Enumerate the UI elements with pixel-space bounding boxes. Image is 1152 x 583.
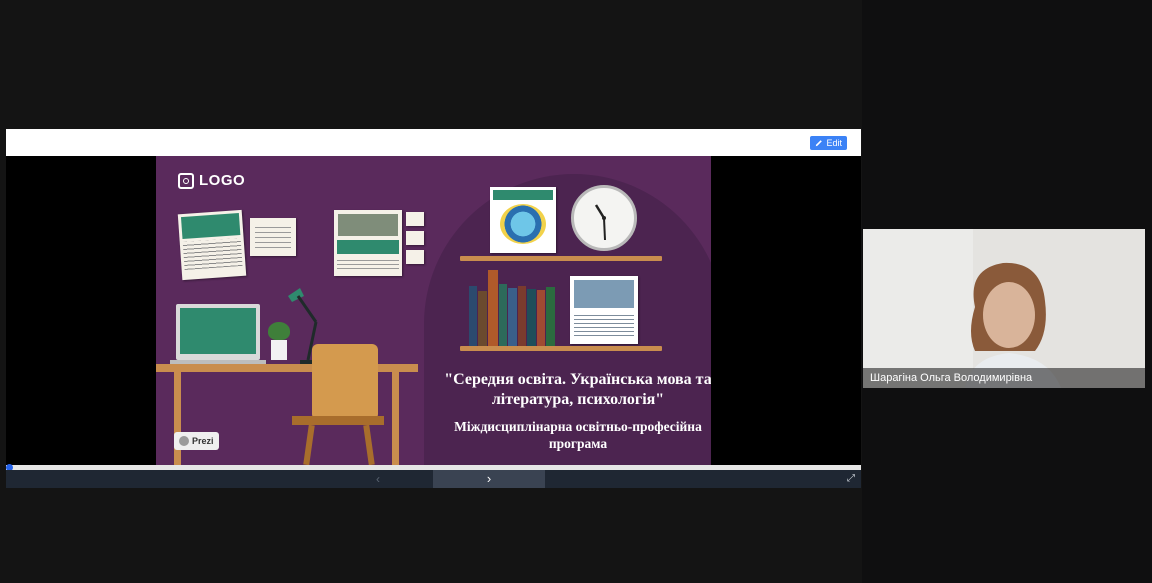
wall-note bbox=[406, 231, 424, 245]
book bbox=[518, 286, 526, 346]
document-photo bbox=[574, 280, 634, 308]
edit-button-label: Edit bbox=[826, 138, 842, 148]
picture-header bbox=[493, 190, 553, 200]
wall-clock bbox=[571, 185, 637, 251]
note-header bbox=[180, 213, 241, 240]
navigation-bar: ‹ › ⤢ bbox=[6, 470, 861, 488]
laptop bbox=[176, 304, 260, 360]
chair-seat bbox=[292, 416, 384, 425]
dolphin-emblem-icon bbox=[500, 204, 546, 244]
presentation-slide: LOGO "Середня освіта. Українська мова та… bbox=[156, 156, 711, 465]
note-lines bbox=[182, 237, 243, 270]
wall-note bbox=[406, 212, 424, 226]
screen-share-area: Edit LOGO "Середня освіта. Українська мо… bbox=[0, 0, 862, 583]
wall-note bbox=[406, 250, 424, 264]
fullscreen-icon[interactable]: ⤢ bbox=[845, 472, 857, 486]
previous-slide-button[interactable]: ‹ bbox=[372, 470, 384, 488]
participant-video-tile[interactable]: Шарагіна Ольга Володимирівна bbox=[863, 229, 1145, 388]
prezi-top-bar: Edit bbox=[6, 129, 861, 156]
prezi-badge-label: Prezi bbox=[192, 436, 214, 446]
framed-document bbox=[570, 276, 638, 344]
slide-title: "Середня освіта. Українська мова та літе… bbox=[444, 371, 711, 408]
note-lines bbox=[255, 223, 291, 249]
book bbox=[478, 291, 487, 346]
book bbox=[499, 284, 507, 346]
prezi-viewer: Edit LOGO "Середня освіта. Українська мо… bbox=[6, 129, 861, 488]
book bbox=[488, 270, 498, 346]
edit-button[interactable]: Edit bbox=[810, 136, 847, 150]
camera-icon bbox=[178, 172, 194, 189]
chair-back bbox=[312, 344, 378, 420]
wall-note bbox=[334, 210, 402, 276]
wall-note bbox=[250, 218, 296, 256]
book bbox=[537, 290, 545, 346]
book bbox=[546, 287, 555, 346]
laptop-screen bbox=[180, 308, 256, 354]
prezi-badge[interactable]: Prezi bbox=[174, 432, 219, 450]
desk-leg bbox=[392, 372, 399, 465]
desk-leg bbox=[174, 372, 181, 465]
lower-shelf bbox=[460, 346, 662, 351]
prezi-logo-icon bbox=[179, 436, 189, 446]
pencil-icon bbox=[816, 140, 823, 147]
wall-note bbox=[177, 209, 247, 281]
book-row bbox=[469, 268, 561, 346]
clock-hands-icon bbox=[594, 204, 606, 241]
logo: LOGO bbox=[178, 172, 245, 189]
note-lines bbox=[337, 257, 399, 269]
next-slide-button[interactable]: › bbox=[433, 470, 545, 488]
participant-name: Шарагіна Ольга Володимирівна bbox=[863, 368, 1145, 388]
participant-video bbox=[863, 229, 1145, 388]
chair bbox=[292, 344, 384, 465]
framed-picture bbox=[490, 187, 556, 253]
note-header bbox=[337, 240, 399, 254]
logo-text: LOGO bbox=[199, 172, 246, 189]
book bbox=[527, 289, 536, 346]
chair-leg bbox=[303, 424, 315, 465]
chair-leg bbox=[363, 424, 375, 465]
slide-subtitle: Міждисциплінарна освітньо-професійна про… bbox=[454, 419, 702, 451]
document-lines bbox=[574, 312, 634, 338]
book bbox=[508, 288, 517, 346]
book bbox=[469, 286, 477, 346]
upper-shelf bbox=[460, 256, 662, 261]
note-photo bbox=[338, 214, 398, 236]
